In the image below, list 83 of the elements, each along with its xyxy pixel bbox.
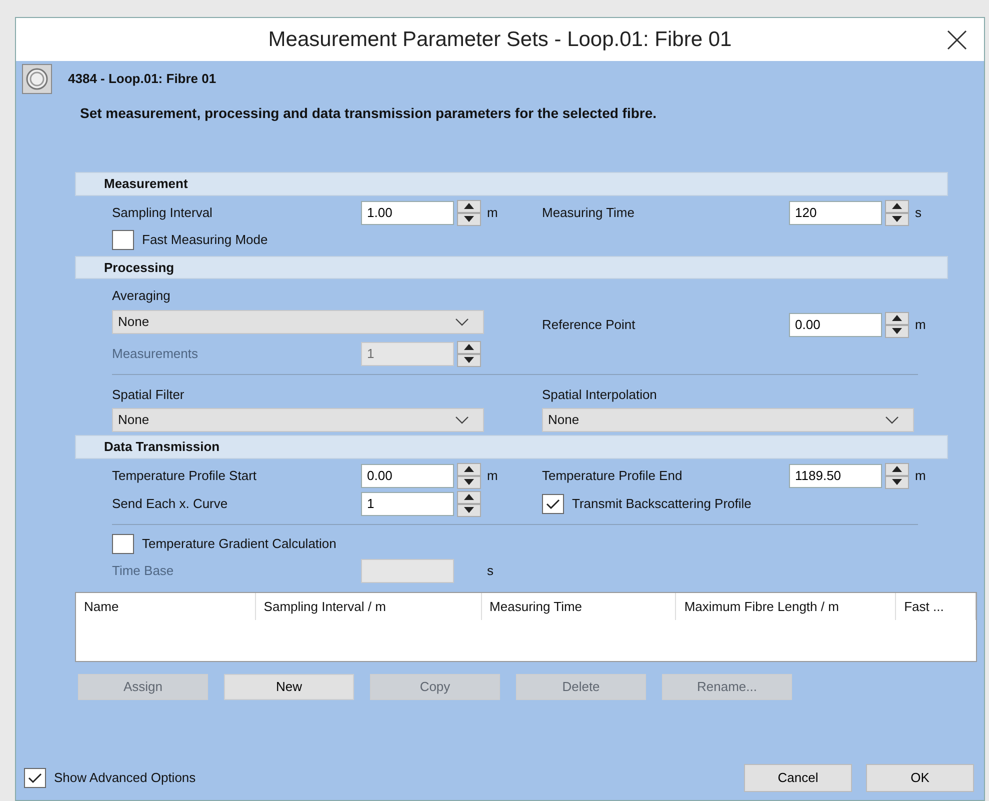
close-icon xyxy=(946,29,968,51)
spin-up-button[interactable] xyxy=(885,312,909,325)
field-label: Spatial Interpolation xyxy=(542,386,658,404)
spin-up-button[interactable] xyxy=(457,462,481,476)
section-header: Processing xyxy=(75,256,948,279)
column-header[interactable]: Sampling Interval / m xyxy=(256,592,482,620)
check-icon xyxy=(27,772,43,784)
column-header[interactable]: Measuring Time xyxy=(482,592,676,620)
spin-down-button[interactable] xyxy=(457,476,481,488)
arrow-down-icon xyxy=(892,216,902,222)
spin-down-button[interactable] xyxy=(457,212,481,226)
chevron-icon xyxy=(885,416,899,424)
arrow-down-icon xyxy=(464,479,474,485)
checkbox[interactable] xyxy=(542,494,564,514)
window-title: Measurement Parameter Sets - Loop.01: Fibre 01 xyxy=(268,26,732,53)
field-label: Reference Point xyxy=(542,316,636,334)
arrow-up-icon xyxy=(892,466,902,472)
spin-up-button[interactable] xyxy=(457,490,481,504)
arrow-down-icon xyxy=(464,216,474,222)
chevron-icon xyxy=(455,318,469,326)
dropdown[interactable]: None xyxy=(112,408,484,432)
spin-up-button[interactable] xyxy=(885,462,909,476)
field-label: Sampling Interval xyxy=(112,204,214,222)
dropdown[interactable]: None xyxy=(542,408,914,432)
field-label: Time Base xyxy=(112,562,175,580)
fibre-icon xyxy=(22,64,52,94)
arrow-up-icon xyxy=(892,315,902,322)
checkbox-label: Fast Measuring Mode xyxy=(142,230,268,249)
arrow-down-icon xyxy=(892,328,902,334)
input-field[interactable]: 0.00 xyxy=(789,312,882,337)
checkbox-label: Transmit Backscattering Profile xyxy=(572,494,752,513)
fibre-title: 4384 - Loop.01: Fibre 01 xyxy=(68,70,216,88)
action-button[interactable]: New xyxy=(224,674,354,700)
spin-up-button[interactable] xyxy=(457,200,481,212)
unit-label: m xyxy=(915,316,926,334)
spin-down-button[interactable] xyxy=(885,324,909,338)
description-text: Set measurement, processing and data transmission parameters for the selected fibre. xyxy=(79,104,658,123)
input-field[interactable]: 0.00 xyxy=(361,464,454,488)
unit-label: s xyxy=(487,562,494,580)
spin-up-button[interactable] xyxy=(457,340,481,354)
field-label: Spatial Filter xyxy=(112,386,186,404)
dropdown[interactable]: None xyxy=(112,310,484,334)
arrow-down-icon xyxy=(464,357,474,363)
spin-down-button[interactable] xyxy=(457,354,481,366)
field-label: Measurements xyxy=(112,344,199,363)
column-header[interactable]: Name xyxy=(76,592,256,620)
spin-down-button[interactable] xyxy=(457,504,481,516)
input-field[interactable]: 120 xyxy=(789,200,882,224)
checkbox-label: Show Advanced Options xyxy=(54,769,196,788)
spin-down-button[interactable] xyxy=(885,476,909,488)
unit-label: m xyxy=(487,466,498,485)
unit-label: m xyxy=(915,466,926,485)
field-label: Send Each x. Curve xyxy=(112,494,229,513)
field-label: Measuring Time xyxy=(542,204,636,222)
arrow-up-icon xyxy=(464,494,474,500)
spin-down-button[interactable] xyxy=(885,212,909,226)
arrow-up-icon xyxy=(464,466,474,472)
section-header: Measurement xyxy=(75,172,948,196)
checkbox[interactable] xyxy=(112,534,134,554)
arrow-down-icon xyxy=(464,507,474,513)
arrow-up-icon xyxy=(464,344,474,350)
chevron-icon xyxy=(455,416,469,424)
arrow-down-icon xyxy=(892,479,902,485)
dialog-button[interactable]: Cancel xyxy=(744,764,852,792)
input-field[interactable]: 1.00 xyxy=(361,200,454,224)
section-header: Data Transmission xyxy=(75,435,948,458)
dialog-button[interactable]: OK xyxy=(866,764,974,792)
field-label: Temperature Profile End xyxy=(542,466,684,485)
arrow-up-icon xyxy=(892,203,902,209)
column-header[interactable]: Maximum Fibre Length / m xyxy=(676,592,896,620)
input-field[interactable]: 1 xyxy=(361,492,454,516)
spin-up-button[interactable] xyxy=(885,200,909,212)
input-field[interactable]: 1189.50 xyxy=(789,464,882,488)
arrow-up-icon xyxy=(464,203,474,209)
field-label: Averaging xyxy=(112,287,172,305)
checkbox-label: Temperature Gradient Calculation xyxy=(142,534,336,553)
check-icon xyxy=(545,498,561,510)
field-label: Temperature Profile Start xyxy=(112,466,258,485)
column-header[interactable]: Fast ... xyxy=(896,592,976,620)
unit-label: m xyxy=(487,204,498,222)
checkbox[interactable] xyxy=(24,768,46,788)
unit-label: s xyxy=(915,204,922,222)
checkbox[interactable] xyxy=(112,230,134,250)
